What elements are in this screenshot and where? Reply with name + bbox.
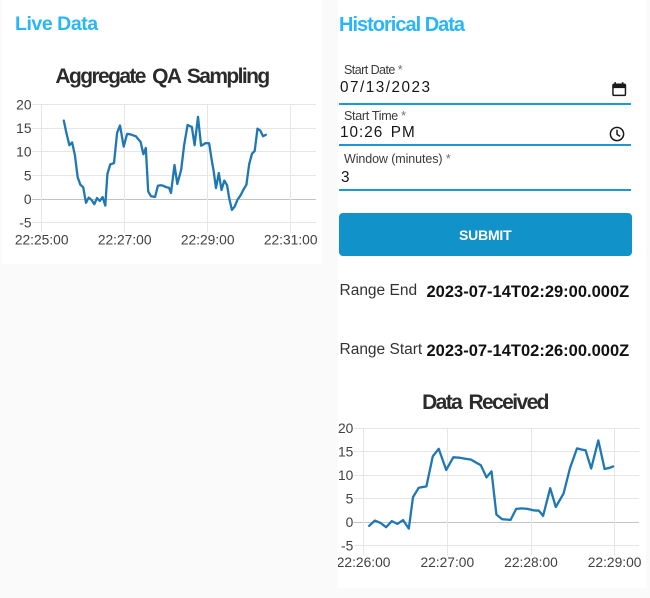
svg-text:0: 0 bbox=[24, 192, 32, 207]
svg-text:10: 10 bbox=[338, 468, 354, 483]
svg-text:-5: -5 bbox=[341, 538, 354, 553]
svg-text:Aggregate QA Sampling: Aggregate QA Sampling bbox=[55, 65, 269, 88]
svg-text:15: 15 bbox=[16, 121, 32, 136]
svg-text:22:28:00: 22:28:00 bbox=[504, 555, 558, 570]
svg-text:22:29:00: 22:29:00 bbox=[588, 555, 642, 570]
svg-text:0: 0 bbox=[346, 515, 354, 530]
svg-text:22:31:00: 22:31:00 bbox=[264, 232, 318, 247]
svg-text:10: 10 bbox=[16, 145, 32, 160]
svg-text:20: 20 bbox=[338, 421, 354, 436]
svg-text:22:29:00: 22:29:00 bbox=[181, 232, 235, 247]
svg-text:15: 15 bbox=[338, 445, 354, 460]
svg-text:22:27:00: 22:27:00 bbox=[98, 232, 152, 247]
svg-text:20: 20 bbox=[16, 98, 32, 113]
svg-text:22:26:00: 22:26:00 bbox=[338, 555, 391, 570]
svg-text:-5: -5 bbox=[19, 216, 32, 231]
svg-text:22:25:00: 22:25:00 bbox=[15, 232, 69, 247]
svg-text:5: 5 bbox=[346, 491, 354, 506]
svg-text:Data Received: Data Received bbox=[422, 391, 549, 414]
svg-text:5: 5 bbox=[24, 168, 32, 183]
svg-text:22:27:00: 22:27:00 bbox=[420, 555, 474, 570]
